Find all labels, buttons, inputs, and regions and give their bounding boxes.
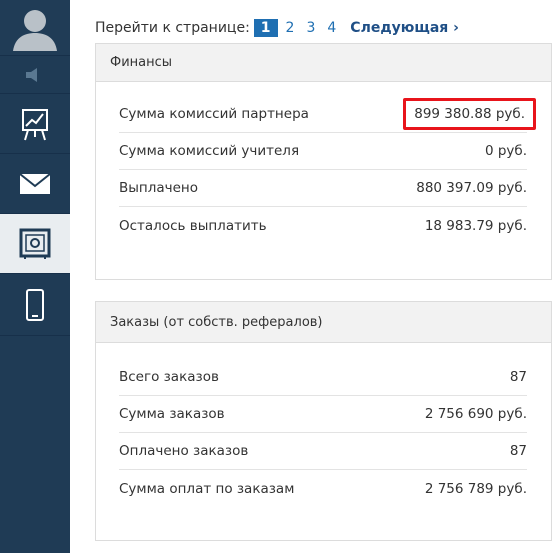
page-link-4[interactable]: 4 [321, 20, 342, 36]
page-link-1[interactable]: 1 [253, 19, 278, 37]
speaker-icon[interactable] [0, 56, 70, 94]
row-value-highlighted: 899 380.88 руб. [403, 98, 536, 130]
finance-panel: Финансы Сумма комиссий партнера 899 380.… [95, 43, 552, 280]
row-value: 2 756 789 руб. [424, 480, 527, 497]
row-label: Выплачено [119, 180, 199, 196]
next-page-link[interactable]: Следующая › [350, 20, 459, 36]
sidebar [0, 0, 70, 553]
chart-easel-icon[interactable] [0, 94, 70, 154]
pagination: Перейти к странице: 1 2 3 4 Следующая › [95, 19, 459, 37]
finance-row: Сумма комиссий учителя 0 руб. [119, 133, 527, 170]
pagination-label: Перейти к странице: [95, 20, 250, 36]
row-value: 0 руб. [484, 143, 527, 159]
orders-row: Сумма заказов 2 756 690 руб. [119, 396, 527, 433]
phone-icon[interactable] [0, 274, 70, 336]
row-value: 18 983.79 руб. [424, 217, 527, 234]
row-label: Осталось выплатить [119, 217, 267, 234]
row-value: 880 397.09 руб. [416, 180, 527, 196]
page-link-2[interactable]: 2 [280, 20, 301, 36]
row-label: Оплачено заказов [119, 443, 249, 459]
orders-panel-title: Заказы (от собств. рефералов) [96, 302, 551, 343]
finance-panel-title: Финансы [96, 44, 551, 82]
page-link-3[interactable]: 3 [300, 20, 321, 36]
user-avatar-icon[interactable] [0, 0, 70, 56]
finance-row: Выплачено 880 397.09 руб. [119, 170, 527, 207]
row-label: Сумма оплат по заказам [119, 480, 295, 497]
row-value: 87 [509, 443, 527, 459]
mail-icon[interactable] [0, 154, 70, 214]
main-content: Перейти к странице: 1 2 3 4 Следующая › … [70, 0, 554, 553]
row-label: Всего заказов [119, 369, 219, 385]
row-value: 2 756 690 руб. [424, 406, 527, 422]
orders-row: Сумма оплат по заказам 2 756 789 руб. [119, 470, 527, 507]
safe-icon[interactable] [0, 214, 70, 274]
orders-row: Всего заказов 87 [119, 359, 527, 396]
row-label: Сумма комиссий учителя [119, 143, 300, 159]
row-value: 87 [509, 369, 527, 385]
orders-row: Оплачено заказов 87 [119, 433, 527, 470]
row-label: Сумма заказов [119, 406, 225, 422]
row-label: Сумма комиссий партнера [119, 106, 309, 122]
orders-panel: Заказы (от собств. рефералов) Всего зака… [95, 301, 552, 541]
finance-row: Осталось выплатить 18 983.79 руб. [119, 207, 527, 244]
finance-row: Сумма комиссий партнера 899 380.88 руб. [119, 96, 536, 133]
